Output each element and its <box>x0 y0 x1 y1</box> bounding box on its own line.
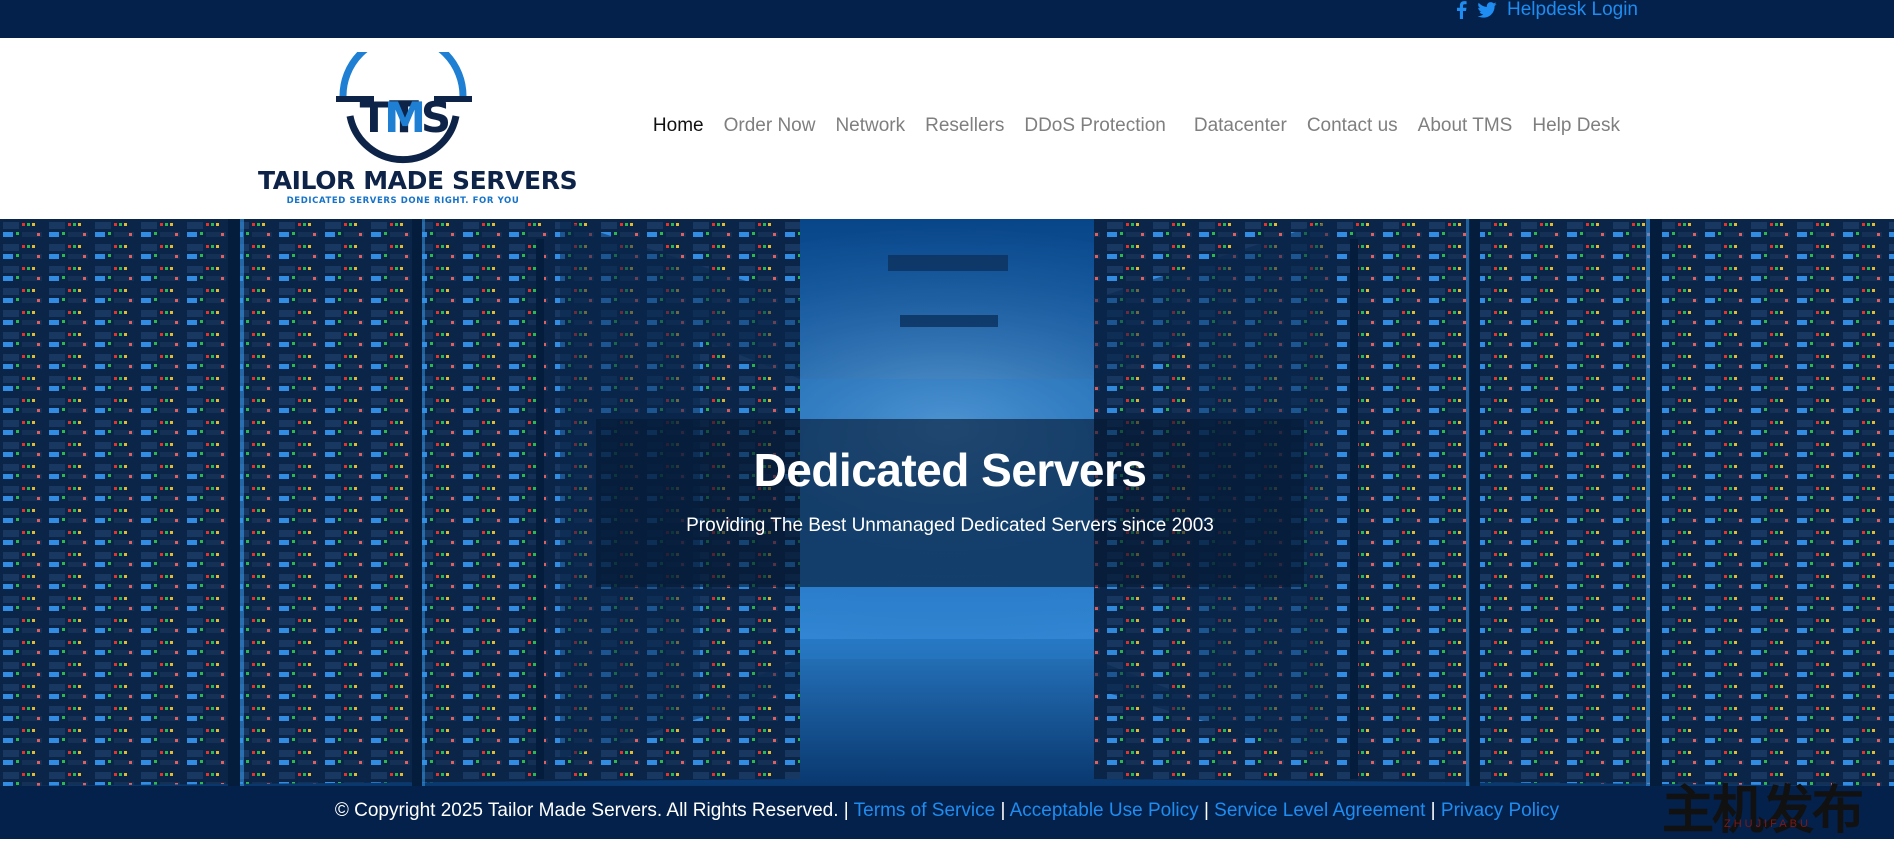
twitter-link[interactable] <box>1477 2 1497 18</box>
twitter-icon <box>1477 2 1497 18</box>
nav-item-datacenter[interactable]: Datacenter <box>1184 114 1297 138</box>
nav-item-resellers[interactable]: Resellers <box>915 114 1014 138</box>
facebook-icon <box>1457 1 1467 19</box>
footer-separator: | <box>1000 800 1006 821</box>
hero-banner: Dedicated Servers Providing The Best Unm… <box>0 219 1894 786</box>
nav-item-ddos-protection[interactable]: DDoS Protection <box>1014 114 1176 138</box>
footer-separator: | <box>1430 800 1436 821</box>
svg-text:M: M <box>384 93 426 142</box>
site-header: T T M S TAILOR MADE SERVERS DEDICATED SE… <box>0 38 1894 219</box>
terms-of-service-link[interactable]: Terms of Service <box>854 800 995 821</box>
nav-item-order-now[interactable]: Order Now <box>714 114 826 138</box>
tms-logo-mark: T T M S <box>336 52 472 164</box>
hero-overlay-box: Dedicated Servers Providing The Best Unm… <box>596 419 1304 587</box>
helpdesk-login-link[interactable]: Helpdesk Login <box>1507 0 1638 20</box>
watermark-main-text: 主机发布 <box>1662 781 1864 841</box>
top-bar-links: Helpdesk Login <box>1456 0 1638 20</box>
footer-bar: © Copyright 2025 Tailor Made Servers. Al… <box>0 786 1894 839</box>
copyright-text: © Copyright 2025 Tailor Made Servers. Al… <box>334 800 849 821</box>
footer-separator: | <box>1203 800 1209 821</box>
facebook-link[interactable] <box>1456 1 1467 19</box>
main-nav: Home Order Now Network Resellers DDoS Pr… <box>643 114 1630 138</box>
hero-title: Dedicated Servers <box>753 444 1147 496</box>
nav-item-about-tms[interactable]: About TMS <box>1408 114 1523 138</box>
service-level-agreement-link[interactable]: Service Level Agreement <box>1214 800 1425 821</box>
nav-item-help-desk[interactable]: Help Desk <box>1522 114 1630 138</box>
logo-tagline: DEDICATED SERVERS DONE RIGHT. FOR YOU <box>286 196 520 206</box>
privacy-policy-link[interactable]: Privacy Policy <box>1441 800 1559 821</box>
hero-subtitle: Providing The Best Unmanaged Dedicated S… <box>686 515 1214 536</box>
nav-item-network[interactable]: Network <box>825 114 915 138</box>
watermark: 主机发布 ZHUJIFABU <box>1662 768 1864 841</box>
acceptable-use-policy-link[interactable]: Acceptable Use Policy <box>1010 800 1199 821</box>
watermark-small-text: ZHUJIFABU <box>1724 818 1811 830</box>
footer-text: © Copyright 2025 Tailor Made Servers. Al… <box>0 800 1894 822</box>
top-bar: Helpdesk Login <box>0 0 1894 38</box>
logo-wordmark: TAILOR MADE SERVERS <box>258 166 578 195</box>
nav-item-contact-us[interactable]: Contact us <box>1297 114 1408 138</box>
site-logo[interactable]: T T M S TAILOR MADE SERVERS DEDICATED SE… <box>258 52 578 206</box>
nav-item-home[interactable]: Home <box>643 114 714 138</box>
